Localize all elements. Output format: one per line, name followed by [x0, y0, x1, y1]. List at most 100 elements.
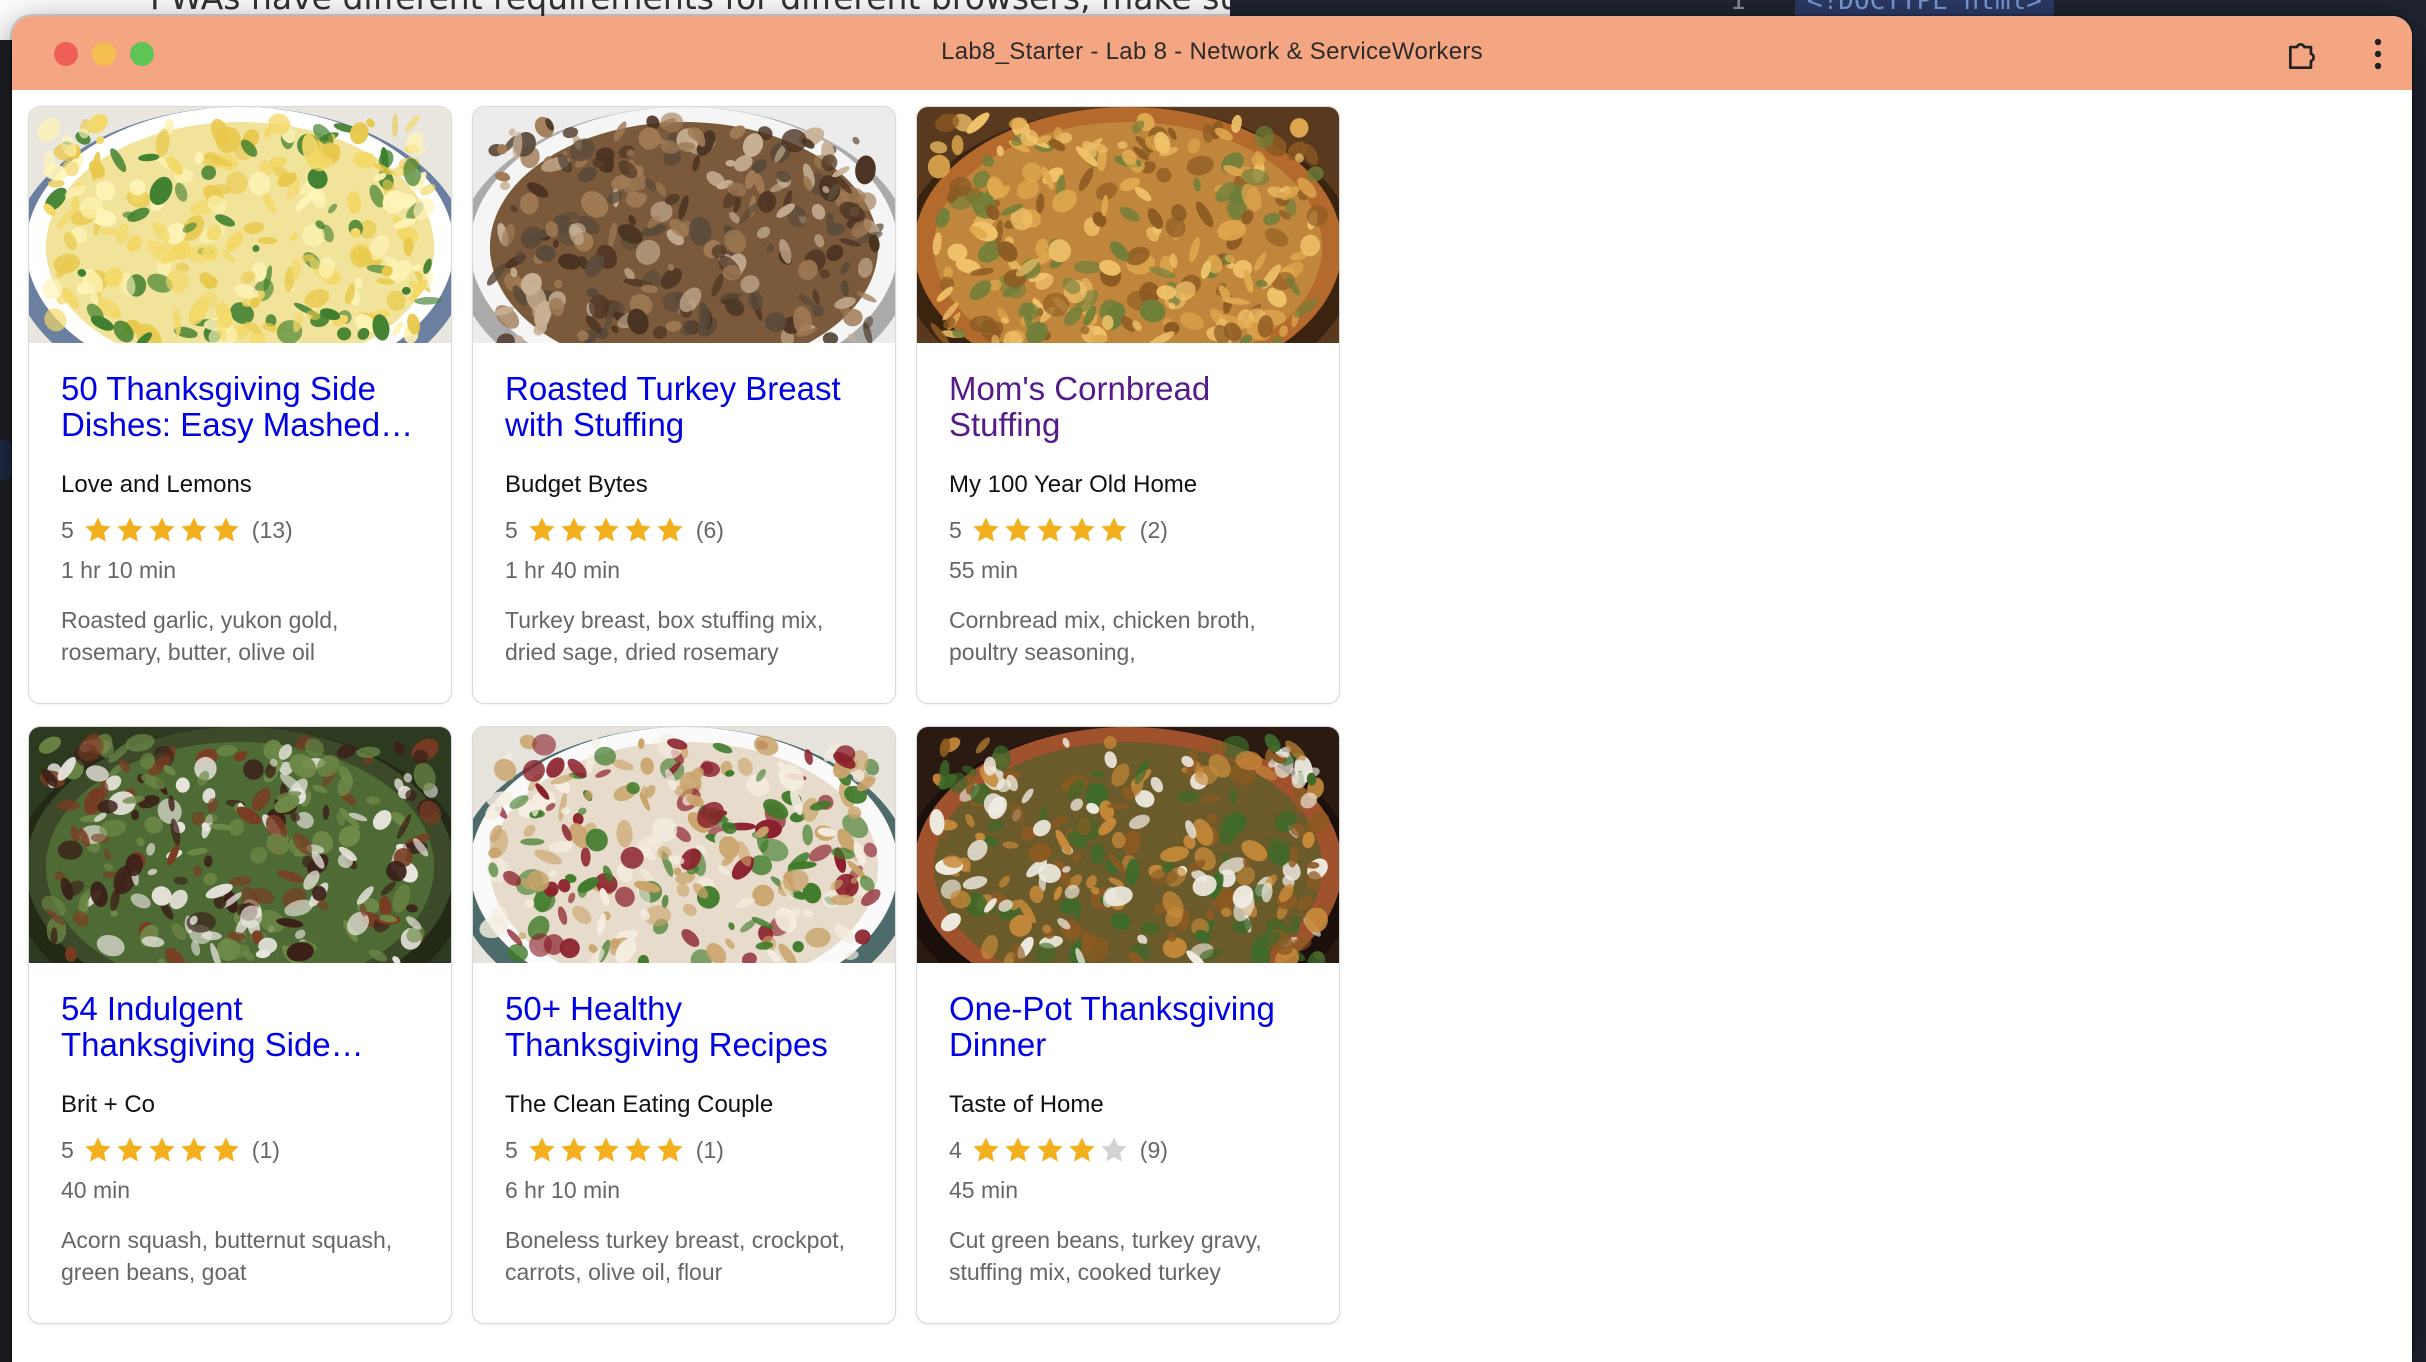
star-filled-icon	[625, 517, 651, 542]
star-filled-icon	[1037, 1137, 1063, 1162]
recipe-ingredients: Cut green beans, turkey gravy, stuffing …	[949, 1227, 1262, 1285]
browser-window: Lab8_Starter - Lab 8 - Network & Service…	[12, 16, 2412, 1362]
recipe-ingredients: Cornbread mix, chicken broth, poultry se…	[949, 607, 1256, 665]
recipe-source: Taste of Home	[949, 1091, 1104, 1118]
recipe-source: The Clean Eating Couple	[505, 1091, 774, 1118]
star-filled-icon	[213, 1137, 239, 1162]
recipe-time: 1 hr 40 min	[505, 557, 621, 583]
recipe-time: 1 hr 10 min	[61, 557, 177, 583]
recipe-time: 55 min	[949, 557, 1019, 583]
recipe-title-link[interactable]: 50+ Healthy Thanksgiving Recipes	[505, 991, 863, 1063]
recipe-time: 40 min	[61, 1177, 131, 1203]
recipe-card[interactable]: Roasted Turkey Breast with Stuffing Budg…	[472, 106, 896, 704]
recipe-rating: 5 (13)	[61, 513, 419, 547]
recipe-time: 45 min	[949, 1177, 1019, 1203]
recipe-ingredients: Turkey breast, box stuffing mix, dried s…	[505, 607, 824, 665]
kebab-menu-icon[interactable]	[2372, 38, 2384, 70]
rating-value: 5	[949, 516, 962, 543]
star-filled-icon	[181, 1137, 207, 1162]
star-filled-icon	[149, 517, 175, 542]
star-filled-icon	[657, 1137, 683, 1162]
star-filled-icon	[213, 517, 239, 542]
review-count: (13)	[251, 516, 293, 543]
page-content[interactable]: 50 Thanksgiving Side Dishes: Easy Mashed…	[12, 90, 2412, 1362]
editor-code-line: <!DOCTYPE html>	[1795, 0, 2054, 16]
star-filled-icon	[625, 1137, 651, 1162]
recipe-title-link[interactable]: One-Pot Thanksgiving Dinner	[949, 991, 1307, 1063]
editor-line-number: 1	[1730, 0, 1746, 16]
star-filled-icon	[973, 1137, 999, 1162]
star-filled-icon	[117, 1137, 143, 1162]
star-rating	[970, 1134, 1130, 1166]
green-beans-with-pecans-image[interactable]	[29, 727, 451, 963]
rating-value: 5	[505, 516, 518, 543]
recipe-source: Love and Lemons	[61, 471, 252, 498]
recipe-rating: 5 (2)	[949, 513, 1307, 547]
recipe-title-link[interactable]: 54 Indulgent Thanksgiving Side…	[61, 991, 419, 1063]
star-filled-icon	[1037, 517, 1063, 542]
recipe-ingredients: Acorn squash, butternut squash, green be…	[61, 1227, 393, 1285]
recipe-grid: 50 Thanksgiving Side Dishes: Easy Mashed…	[28, 106, 1340, 1324]
recipe-card[interactable]: 54 Indulgent Thanksgiving Side… Brit + C…	[28, 726, 452, 1324]
recipe-card[interactable]: 50+ Healthy Thanksgiving Recipes The Cle…	[472, 726, 896, 1324]
review-count: (6)	[695, 516, 724, 543]
cornbread-stuffing-image[interactable]	[917, 107, 1339, 343]
recipe-ingredients: Roasted garlic, yukon gold, rosemary, bu…	[61, 607, 339, 665]
review-count: (2)	[1139, 516, 1168, 543]
star-filled-icon	[561, 1137, 587, 1162]
review-count: (1)	[695, 1136, 724, 1163]
rating-value: 5	[61, 516, 74, 543]
star-filled-icon	[85, 1137, 111, 1162]
recipe-title-link[interactable]: Mom's Cornbread Stuffing	[949, 371, 1307, 443]
recipe-title-link[interactable]: 50 Thanksgiving Side Dishes: Easy Mashed…	[61, 371, 419, 443]
one-pot-dinner-image[interactable]	[917, 727, 1339, 963]
background-document-text: PWAs have different requirements for dif…	[150, 0, 1230, 17]
rating-value: 4	[949, 1136, 962, 1163]
star-rating	[526, 514, 686, 546]
star-filled-icon	[657, 517, 683, 542]
recipe-rating: 4 (9)	[949, 1133, 1307, 1167]
turkey-breast-with-stuffing-image[interactable]	[473, 107, 895, 343]
turkey-plate-with-green-beans-image[interactable]	[473, 727, 895, 963]
recipe-time: 6 hr 10 min	[505, 1177, 621, 1203]
recipe-source: Brit + Co	[61, 1091, 156, 1118]
star-filled-icon	[529, 1137, 555, 1162]
star-empty-icon	[1101, 1137, 1127, 1162]
recipe-source: My 100 Year Old Home	[949, 471, 1198, 498]
star-filled-icon	[561, 517, 587, 542]
star-filled-icon	[593, 517, 619, 542]
recipe-title-link[interactable]: Roasted Turkey Breast with Stuffing	[505, 371, 863, 443]
title-bar[interactable]: Lab8_Starter - Lab 8 - Network & Service…	[12, 16, 2412, 91]
review-count: (1)	[251, 1136, 280, 1163]
star-filled-icon	[1101, 517, 1127, 542]
star-filled-icon	[1069, 1137, 1095, 1162]
recipe-rating: 5 (6)	[505, 513, 863, 547]
star-rating	[82, 1134, 242, 1166]
window-title: Lab8_Starter - Lab 8 - Network & Service…	[941, 38, 1483, 65]
recipe-ingredients: Boneless turkey breast, crockpot, carrot…	[505, 1227, 846, 1285]
star-rating	[970, 514, 1130, 546]
rating-value: 5	[61, 1136, 74, 1163]
star-filled-icon	[1005, 1137, 1031, 1162]
star-filled-icon	[85, 517, 111, 542]
star-filled-icon	[149, 1137, 175, 1162]
star-rating	[526, 1134, 686, 1166]
background-dock-edge	[0, 440, 12, 480]
star-filled-icon	[593, 1137, 619, 1162]
mashed-potatoes-image[interactable]	[29, 107, 451, 343]
recipe-card[interactable]: 50 Thanksgiving Side Dishes: Easy Mashed…	[28, 106, 452, 704]
star-filled-icon	[529, 517, 555, 542]
recipe-rating: 5 (1)	[61, 1133, 419, 1167]
puzzle-icon[interactable]	[2284, 36, 2322, 74]
recipe-rating: 5 (1)	[505, 1133, 863, 1167]
star-rating	[82, 514, 242, 546]
rating-value: 5	[505, 1136, 518, 1163]
star-filled-icon	[181, 517, 207, 542]
recipe-card[interactable]: One-Pot Thanksgiving Dinner Taste of Hom…	[916, 726, 1340, 1324]
review-count: (9)	[1139, 1136, 1168, 1163]
star-filled-icon	[117, 517, 143, 542]
recipe-card[interactable]: Mom's Cornbread Stuffing My 100 Year Old…	[916, 106, 1340, 704]
recipe-source: Budget Bytes	[505, 471, 648, 498]
star-filled-icon	[973, 517, 999, 542]
star-filled-icon	[1005, 517, 1031, 542]
